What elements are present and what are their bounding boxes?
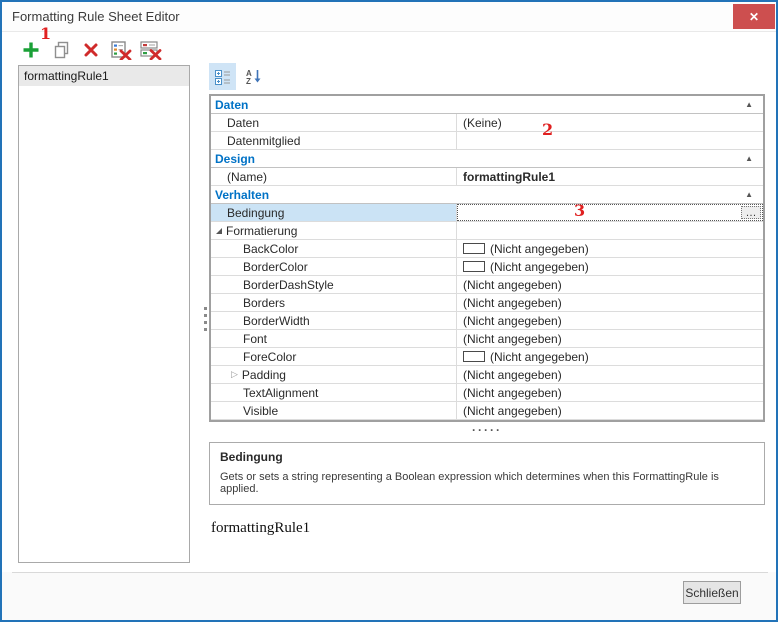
property-value[interactable]: (Nicht angegeben)	[457, 330, 763, 347]
category-label: Verhalten	[215, 188, 269, 202]
property-value[interactable]: (Nicht angegeben)	[457, 348, 763, 365]
property-value[interactable]: (Nicht angegeben)	[457, 258, 763, 275]
property-label: Font	[211, 330, 457, 347]
copy-rule-button[interactable]	[46, 38, 76, 62]
property-value[interactable]: (Nicht angegeben)	[457, 312, 763, 329]
property-label: (Name)	[211, 168, 457, 185]
property-value[interactable]: (Nicht angegeben)	[457, 366, 763, 383]
color-swatch	[463, 243, 485, 254]
vertical-splitter-handle[interactable]	[202, 302, 208, 336]
category-label: Daten	[215, 98, 248, 112]
property-row-backcolor[interactable]: BackColor (Nicht angegeben)	[211, 240, 763, 258]
categorized-view-button[interactable]	[209, 63, 236, 90]
property-label: ▷ Padding	[211, 366, 457, 383]
expand-icon[interactable]: ▷	[231, 369, 238, 380]
property-row-name[interactable]: (Name) formattingRule1	[211, 168, 763, 186]
rows-delete-icon	[140, 41, 162, 60]
property-label: Datenmitglied	[211, 132, 457, 149]
property-value[interactable]: formattingRule1	[457, 168, 763, 185]
delete-all-rules-button[interactable]	[136, 38, 166, 62]
property-value[interactable]: (Nicht angegeben)	[457, 276, 763, 293]
category-row-daten[interactable]: Daten ▲	[211, 96, 763, 114]
bedingung-editor[interactable]: …	[457, 204, 763, 221]
collapse-arrow-icon[interactable]: ▲	[745, 154, 753, 163]
add-rule-button[interactable]	[16, 38, 46, 62]
category-label: Design	[215, 152, 255, 166]
property-row-daten[interactable]: Daten (Keine)	[211, 114, 763, 132]
collapse-arrow-icon[interactable]: ▲	[745, 100, 753, 109]
categorized-icon	[215, 69, 231, 85]
delete-rule-button[interactable]	[76, 38, 106, 62]
property-row-font[interactable]: Font (Nicht angegeben)	[211, 330, 763, 348]
property-label: BorderColor	[211, 258, 457, 275]
sheet-delete-icon	[111, 41, 132, 60]
property-row-textalignment[interactable]: TextAlignment (Nicht angegeben)	[211, 384, 763, 402]
copy-icon	[52, 40, 71, 60]
property-row-bordercolor[interactable]: BorderColor (Nicht angegeben)	[211, 258, 763, 276]
property-row-formatierung[interactable]: Formatierung	[211, 222, 763, 240]
toolbar	[16, 37, 166, 63]
title-bar: Formatting Rule Sheet Editor ✕	[2, 2, 776, 32]
property-label: BorderWidth	[211, 312, 457, 329]
schliessen-button[interactable]: Schließen	[683, 581, 741, 604]
expand-icon[interactable]	[216, 228, 222, 234]
property-row-borders[interactable]: Borders (Nicht angegeben)	[211, 294, 763, 312]
property-value[interactable]: (Nicht angegeben)	[457, 294, 763, 311]
description-panel: Bedingung Gets or sets a string represen…	[209, 442, 765, 505]
category-row-verhalten[interactable]: Verhalten ▲	[211, 186, 763, 204]
property-label: BackColor	[211, 240, 457, 257]
footer	[2, 572, 776, 620]
close-icon: ✕	[749, 10, 759, 24]
delete-x-icon	[82, 41, 100, 59]
property-label: Formatierung	[211, 222, 457, 239]
property-value[interactable]: (Nicht angegeben)	[457, 384, 763, 401]
property-row-borderdashstyle[interactable]: BorderDashStyle (Nicht angegeben)	[211, 276, 763, 294]
property-label: Bedingung	[211, 204, 457, 221]
formatting-rule-sheet-editor-window: Formatting Rule Sheet Editor ✕	[0, 0, 778, 622]
property-row-forecolor[interactable]: ForeColor (Nicht angegeben)	[211, 348, 763, 366]
property-grid-toolbar: A Z	[209, 63, 271, 90]
property-label: Daten	[211, 114, 457, 131]
color-swatch	[463, 261, 485, 272]
alphabetical-sort-button[interactable]: A Z	[240, 63, 267, 90]
window-title: Formatting Rule Sheet Editor	[12, 9, 180, 24]
property-row-padding[interactable]: ▷ Padding (Nicht angegeben)	[211, 366, 763, 384]
ellipsis-button[interactable]: …	[741, 206, 761, 219]
az-sort-icon: A Z	[245, 68, 262, 85]
delete-sheet-rules-button[interactable]	[106, 38, 136, 62]
property-row-borderwidth[interactable]: BorderWidth (Nicht angegeben)	[211, 312, 763, 330]
property-value[interactable]: (Nicht angegeben)	[457, 402, 763, 419]
category-row-design[interactable]: Design ▲	[211, 150, 763, 168]
rule-list: formattingRule1	[18, 65, 190, 563]
grid-splitter-handle[interactable]: ·····	[209, 423, 765, 437]
property-row-bedingung[interactable]: Bedingung …	[211, 204, 763, 222]
property-row-datenmitglied[interactable]: Datenmitglied	[211, 132, 763, 150]
rule-list-item[interactable]: formattingRule1	[19, 66, 189, 86]
close-button[interactable]: ✕	[733, 4, 775, 29]
property-label: ForeColor	[211, 348, 457, 365]
color-swatch	[463, 351, 485, 362]
description-text: Gets or sets a string representing a Boo…	[220, 471, 754, 495]
property-label: Borders	[211, 294, 457, 311]
svg-text:Z: Z	[246, 77, 251, 85]
property-row-visible[interactable]: Visible (Nicht angegeben)	[211, 402, 763, 420]
description-title: Bedingung	[220, 450, 754, 464]
preview-text: formattingRule1	[211, 520, 310, 537]
property-label: BorderDashStyle	[211, 276, 457, 293]
property-grid: Daten ▲ Daten (Keine) Datenmitglied Desi…	[209, 94, 765, 422]
property-value[interactable]: (Keine)	[457, 114, 763, 131]
property-label: TextAlignment	[211, 384, 457, 401]
property-label: Visible	[211, 402, 457, 419]
collapse-arrow-icon[interactable]: ▲	[745, 190, 753, 199]
plus-icon	[21, 40, 41, 60]
property-value[interactable]	[457, 132, 763, 149]
property-value[interactable]: (Nicht angegeben)	[457, 240, 763, 257]
property-value[interactable]	[457, 222, 763, 239]
footer-separator	[12, 572, 768, 573]
